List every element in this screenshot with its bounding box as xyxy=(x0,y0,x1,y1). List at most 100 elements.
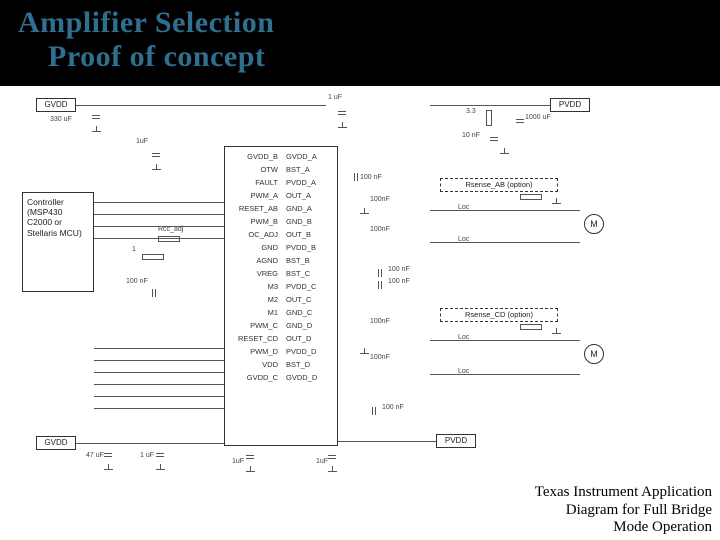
pin-label: OUT_A xyxy=(286,189,336,202)
pin-label: PVDD_A xyxy=(286,176,336,189)
capacitor-icon xyxy=(338,108,346,118)
title-bar: Amplifier Selection Proof of concept xyxy=(0,0,720,86)
capacitor-icon xyxy=(149,289,159,297)
ground-icon xyxy=(152,164,162,174)
caption-line-2: Diagram for Full Bridge xyxy=(535,502,712,519)
wire xyxy=(76,443,224,444)
pin-label: GND_C xyxy=(286,306,336,319)
pin-label: FAULT xyxy=(226,176,278,189)
cap-100n-bstb-label: 100 nF xyxy=(388,266,410,273)
capacitor-icon xyxy=(156,450,164,460)
pin-label: GND_D xyxy=(286,319,336,332)
controller-block: Controller (MSP430 C2000 or Stellaris MC… xyxy=(22,192,94,292)
wire xyxy=(430,374,580,375)
rsense-cd-box: Rsense_CD (option) xyxy=(440,308,558,322)
rail-gvdd-bottom: GVDD xyxy=(36,436,76,450)
rcc-adj-label: Rcc_adj xyxy=(158,226,183,233)
capacitor-icon xyxy=(375,269,385,277)
res-1-label: 1 xyxy=(132,246,136,253)
ground-icon xyxy=(104,464,114,474)
cap-100n-vreg-label: 100 nF xyxy=(126,278,148,285)
cap-1u-bl-label: 1 uF xyxy=(140,452,154,459)
pin-label: BST_A xyxy=(286,163,336,176)
pin-label: PWM_B xyxy=(226,215,278,228)
wire xyxy=(94,396,224,397)
cap-330u-label: 330 uF xyxy=(50,116,72,123)
cap-100n-bstd-label: 100 nF xyxy=(382,404,404,411)
rsense-ab-box: Rsense_AB (option) xyxy=(440,178,558,192)
pin-label: GND xyxy=(226,241,278,254)
capacitor-icon xyxy=(369,407,379,415)
wire xyxy=(94,348,224,349)
wire xyxy=(94,372,224,373)
wire xyxy=(94,226,224,227)
ground-icon xyxy=(500,148,510,158)
wire xyxy=(94,360,224,361)
cap-100n-ab1-label: 100 nF xyxy=(360,174,382,181)
wire xyxy=(94,408,224,409)
pin-label: PVDD_C xyxy=(286,280,336,293)
cap-1u-bc2-label: 1uF xyxy=(316,458,328,465)
cap-1u-bc1-label: 1uF xyxy=(232,458,244,465)
cap-100n-ab3-label: 100nF xyxy=(370,226,390,233)
capacitor-icon xyxy=(152,150,160,160)
resistor-icon xyxy=(158,236,180,242)
pin-label: BST_D xyxy=(286,358,336,371)
ground-icon xyxy=(328,466,338,476)
pin-label: PVDD_B xyxy=(286,241,336,254)
ground-icon xyxy=(552,328,562,338)
rail-gvdd-top-left: GVDD xyxy=(36,98,76,112)
wire xyxy=(430,210,580,211)
capacitor-icon xyxy=(516,116,524,126)
pin-label: BST_C xyxy=(286,267,336,280)
cap-100n-cd2-label: 100nF xyxy=(370,354,390,361)
ground-icon xyxy=(156,464,166,474)
pin-label: OUT_C xyxy=(286,293,336,306)
pin-label: GVDD_B xyxy=(226,150,278,163)
pin-label: VREG xyxy=(226,267,278,280)
ground-icon xyxy=(338,122,348,132)
pin-label: GVDD_A xyxy=(286,150,336,163)
pin-label: OUT_D xyxy=(286,332,336,345)
caption-line-3: Mode Operation xyxy=(535,519,712,536)
wire xyxy=(94,238,224,239)
wire xyxy=(430,105,550,106)
cap-100n-cd1-label: 100nF xyxy=(370,318,390,325)
ground-icon xyxy=(246,466,256,476)
chip-pins-left: GVDD_B OTW FAULT PWM_A RESET_AB PWM_B OC… xyxy=(226,150,278,384)
resistor-icon xyxy=(486,110,492,126)
cap-1u-ctrl-label: 1uF xyxy=(136,138,148,145)
resistor-icon xyxy=(520,324,542,330)
pin-label: VDD xyxy=(226,358,278,371)
resistor-icon xyxy=(520,194,542,200)
pin-label: AGND xyxy=(226,254,278,267)
pin-label: PWM_D xyxy=(226,345,278,358)
pin-label: M1 xyxy=(226,306,278,319)
page-title-1: Amplifier Selection xyxy=(18,6,720,40)
pin-label: PWM_C xyxy=(226,319,278,332)
diagram-caption: Texas Instrument Application Diagram for… xyxy=(535,484,712,536)
capacitor-icon xyxy=(328,452,336,462)
pin-label: PWM_A xyxy=(226,189,278,202)
motor-cd: M xyxy=(584,344,604,364)
pin-label: BST_B xyxy=(286,254,336,267)
resistor-icon xyxy=(142,254,164,260)
ground-icon xyxy=(552,198,562,208)
pin-label: OTW xyxy=(226,163,278,176)
pin-label: GVDD_C xyxy=(226,371,278,384)
capacitor-icon xyxy=(375,281,385,289)
pin-label: M2 xyxy=(226,293,278,306)
rail-pvdd-top: PVDD xyxy=(550,98,590,112)
capacitor-icon xyxy=(104,450,112,460)
ground-icon xyxy=(360,208,370,218)
res-3-3-label: 3.3 xyxy=(466,108,476,115)
rail-pvdd-bottom: PVDD xyxy=(436,434,476,448)
pin-label: OC_ADJ xyxy=(226,228,278,241)
capacitor-icon xyxy=(490,134,498,144)
cap-10n-label: 10 nF xyxy=(462,132,480,139)
cap-1000u-label: 1000 uF xyxy=(525,114,551,121)
capacitor-icon xyxy=(351,173,361,181)
cap-100n-ab2-label: 100nF xyxy=(370,196,390,203)
cap-100n-bstc-label: 100 nF xyxy=(388,278,410,285)
pin-label: GVDD_D xyxy=(286,371,336,384)
